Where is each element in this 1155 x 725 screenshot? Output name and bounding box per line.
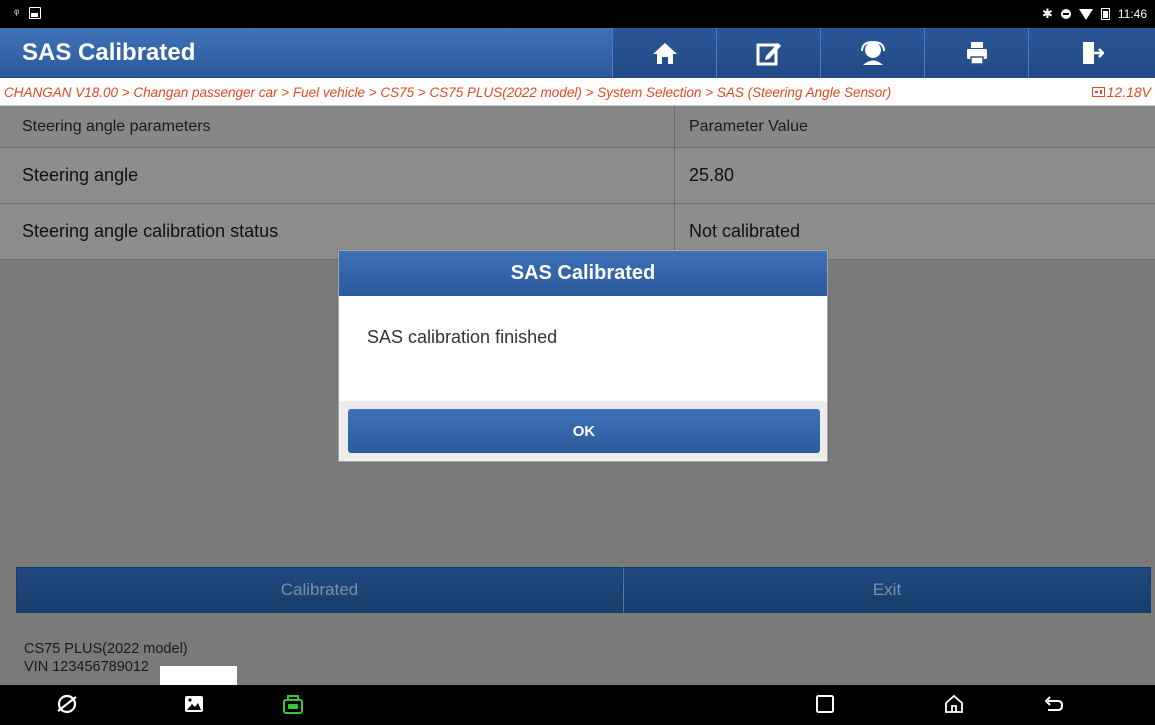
parameter-name: Steering angle [0,148,675,203]
exit-button[interactable] [1028,28,1155,78]
breadcrumb-path: CHANGAN V18.00 > Changan passenger car >… [4,85,892,100]
action-bar: Calibrated Exit [16,567,1151,613]
print-button[interactable] [924,28,1028,78]
gallery-icon[interactable] [183,693,205,715]
usb-icon: ᵠ [14,6,20,20]
sas-calibrated-dialog: SAS Calibrated SAS calibration finished … [338,250,828,462]
bluetooth-icon: ✱ [1041,6,1053,21]
calibrated-button[interactable]: Calibrated [16,567,623,613]
report-button[interactable] [716,28,820,78]
ok-button[interactable]: OK [348,409,820,453]
browser-icon[interactable] [56,693,78,715]
home-nav-icon[interactable] [943,693,965,715]
car-battery-icon [1091,87,1105,97]
print-icon [966,42,987,65]
battery-voltage: 12.18V [1091,84,1151,100]
recent-apps-icon[interactable] [814,693,836,715]
home-button[interactable] [612,28,716,78]
column-header-value: Parameter Value [689,117,808,135]
exit-action-button[interactable]: Exit [623,567,1151,613]
support-button[interactable] [820,28,924,78]
page-title: SAS Calibrated [22,39,196,66]
vehicle-model: CS75 PLUS(2022 model) [24,641,188,657]
parameter-value: 25.80 [689,165,735,185]
dialog-message: SAS calibration finished [367,327,558,347]
exit-icon [1083,42,1104,64]
navigation-bar [0,685,1155,725]
back-icon[interactable] [1042,693,1064,715]
battery-icon [1100,8,1110,20]
vci-icon[interactable] [281,693,305,715]
voltage-value: 12.18V [1106,84,1151,100]
column-header-parameter: Steering angle parameters [0,106,675,147]
image-notification-icon [29,7,42,19]
breadcrumb: CHANGAN V18.00 > Changan passenger car >… [0,78,1155,106]
table-row[interactable]: Steering angle 25.80 [0,148,1155,204]
dialog-footer: OK [339,401,827,461]
app-header: SAS Calibrated [0,28,1155,78]
do-not-disturb-icon [1060,9,1071,19]
table-header: Steering angle parameters Parameter Valu… [0,106,1155,148]
home-icon [652,43,677,64]
clock: 11:46 [1117,7,1147,21]
status-bar: ᵠ ✱ 11:46 [0,0,1155,28]
support-icon [860,40,885,65]
parameter-table: Steering angle parameters Parameter Valu… [0,106,1155,260]
dialog-title: SAS Calibrated [339,251,827,296]
report-icon [756,43,781,66]
wifi-icon [1078,8,1093,20]
